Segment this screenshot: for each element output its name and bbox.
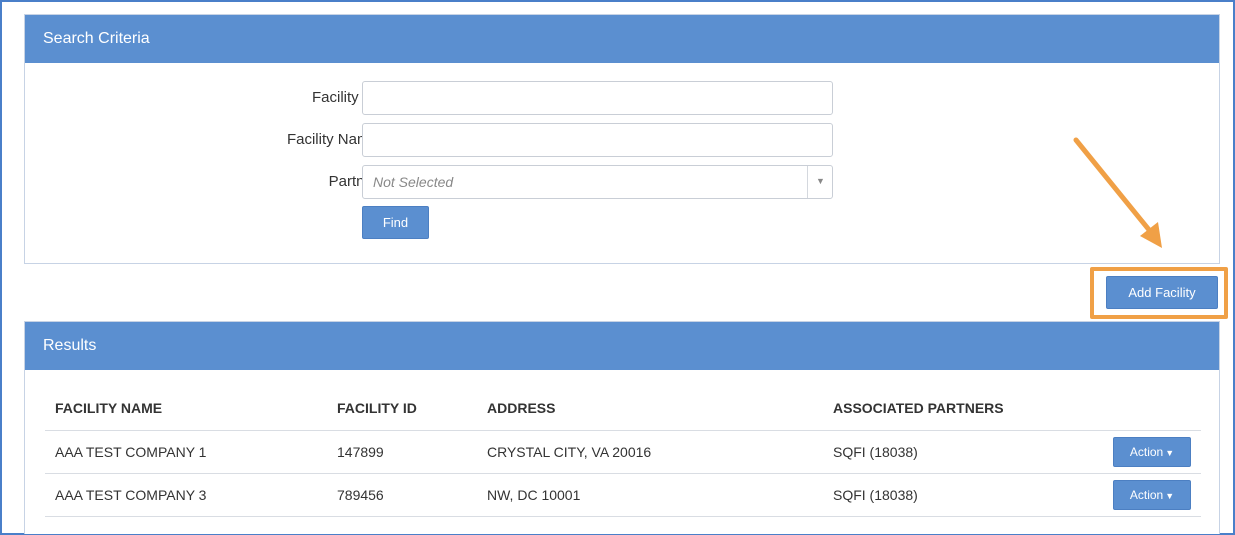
caret-down-icon: ▼	[1165, 491, 1175, 501]
action-button-label: Action	[1129, 488, 1164, 502]
partners-cell: SQFI (18038)	[823, 430, 1099, 474]
partner-row: Partner: Not Selected ▼	[25, 165, 1219, 199]
facility-id-cell: 147899	[327, 430, 477, 474]
column-header-facility-id: FACILITY ID	[327, 386, 477, 431]
facility-id-row: Facility ID:	[25, 81, 1219, 115]
table-row: AAA TEST COMPANY 1 147899 CRYSTAL CITY, …	[45, 430, 1201, 474]
action-cell: Action ▼	[1099, 430, 1201, 474]
address-cell: CRYSTAL CITY, VA 20016	[477, 430, 823, 474]
action-cell: Action ▼	[1099, 473, 1201, 517]
column-header-action	[1099, 386, 1201, 431]
find-button[interactable]: Find	[362, 206, 429, 239]
search-criteria-panel: Search Criteria Facility ID: Facility Na…	[24, 14, 1220, 264]
partner-select-toggle[interactable]: ▼	[807, 166, 832, 198]
search-criteria-header: Search Criteria	[25, 15, 1219, 63]
facility-name-cell: AAA TEST COMPANY 3	[45, 473, 327, 517]
results-table: FACILITY NAME FACILITY ID ADDRESS ASSOCI…	[45, 386, 1201, 517]
facility-id-input[interactable]	[362, 81, 833, 115]
column-header-address: ADDRESS	[477, 386, 823, 431]
partner-select-value: Not Selected	[373, 174, 454, 190]
table-header-row: FACILITY NAME FACILITY ID ADDRESS ASSOCI…	[45, 386, 1201, 431]
action-button-label: Action	[1129, 445, 1164, 459]
results-header: Results	[25, 322, 1219, 370]
facility-name-cell: AAA TEST COMPANY 1	[45, 430, 327, 474]
caret-down-icon: ▼	[1165, 448, 1175, 458]
column-header-associated-partners: ASSOCIATED PARTNERS	[823, 386, 1099, 431]
table-row: AAA TEST COMPANY 3 789456 NW, DC 10001 S…	[45, 473, 1201, 517]
partner-select[interactable]: Not Selected ▼	[362, 165, 833, 199]
facility-name-input[interactable]	[362, 123, 833, 157]
action-button[interactable]: Action ▼	[1113, 437, 1191, 467]
partners-cell: SQFI (18038)	[823, 473, 1099, 517]
results-panel: Results FACILITY NAME FACILITY ID ADDRES…	[24, 321, 1220, 534]
facility-id-cell: 789456	[327, 473, 477, 517]
app-frame: Search Criteria Facility ID: Facility Na…	[0, 0, 1235, 535]
facility-name-row: Facility Name:	[25, 123, 1219, 157]
arrow-icon	[1073, 137, 1162, 248]
address-cell: NW, DC 10001	[477, 473, 823, 517]
column-header-facility-name: FACILITY NAME	[45, 386, 327, 431]
chevron-down-icon: ▼	[816, 176, 825, 186]
action-button[interactable]: Action ▼	[1113, 480, 1191, 510]
add-facility-button[interactable]: Add Facility	[1106, 276, 1218, 309]
